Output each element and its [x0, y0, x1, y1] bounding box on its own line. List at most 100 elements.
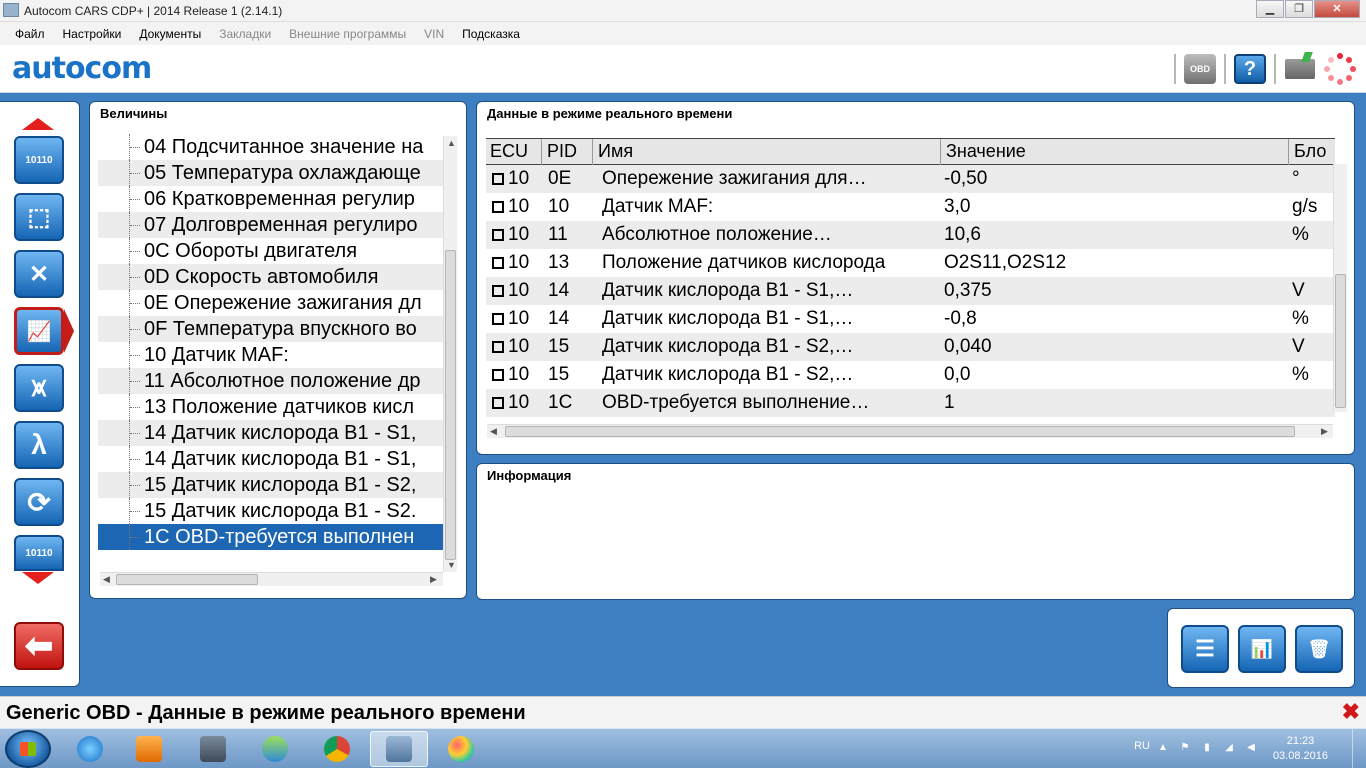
row-checkbox[interactable] — [492, 285, 504, 297]
scroll-right-icon[interactable]: ▶ — [1321, 426, 1328, 437]
menu-vin[interactable]: VIN — [415, 22, 453, 45]
tree-item[interactable]: 14 Датчик кислорода B1 - S1, — [98, 446, 444, 472]
taskbar-autocom[interactable] — [370, 731, 428, 767]
status-close-icon[interactable]: ✖ — [1342, 699, 1360, 725]
back-button[interactable]: ⬅ — [14, 622, 64, 670]
table-row[interactable]: 10 1C OBD-требуется выполнение… 1 — [486, 389, 1335, 417]
table-row[interactable]: 10 15 Датчик кислорода B1 - S2,… 0,040 V — [486, 333, 1335, 361]
scroll-thumb[interactable] — [445, 250, 456, 560]
scroll-right-icon[interactable]: ▶ — [430, 574, 437, 585]
table-row[interactable]: 10 14 Датчик кислорода B1 - S1,… 0,375 V — [486, 277, 1335, 305]
tree-item[interactable]: 14 Датчик кислорода B1 - S1, — [98, 420, 444, 446]
menu-settings[interactable]: Настройки — [54, 22, 131, 45]
table-row[interactable]: 10 11 Абсолютное положение… 10,6% — [486, 221, 1335, 249]
nav-scroll-up-icon[interactable] — [22, 118, 54, 130]
restore-button[interactable]: ❐ — [1285, 0, 1313, 18]
tree-item[interactable]: 0E Опережение зажигания дл — [98, 290, 444, 316]
tree-item[interactable]: 0D Скорость автомобиля — [98, 264, 444, 290]
taskbar-internet-explorer[interactable] — [61, 731, 119, 767]
system-clock[interactable]: 21:23 03.08.2016 — [1273, 734, 1328, 764]
nav-live-data-button[interactable]: 📈 — [14, 307, 64, 355]
row-checkbox[interactable] — [492, 201, 504, 213]
menu-bookmarks[interactable]: Закладки — [210, 22, 280, 45]
graph-view-button[interactable]: 📊 — [1238, 625, 1286, 673]
header-separator — [1274, 54, 1276, 84]
scroll-up-icon[interactable]: ▲ — [447, 138, 456, 148]
tree-item[interactable]: 1C OBD-требуется выполнен — [98, 524, 444, 550]
taskbar-mouse-utility[interactable] — [184, 731, 242, 767]
nav-dtc-button[interactable]: 10110 — [14, 535, 64, 571]
cell-ecu-text: 10 — [508, 280, 530, 301]
cell-ecu: 10 — [486, 193, 542, 221]
nav-info-button[interactable]: 10110 — [14, 136, 64, 184]
scroll-down-icon[interactable]: ▼ — [447, 560, 456, 570]
tree-item[interactable]: 13 Положение датчиков кисл — [98, 394, 444, 420]
taskbar-paint[interactable] — [432, 731, 490, 767]
start-button[interactable] — [5, 730, 51, 768]
table-row[interactable]: 10 15 Датчик кислорода B1 - S2,… 0,0% — [486, 361, 1335, 389]
table-row[interactable]: 10 0E Опережение зажигания для… -0,50 ° — [486, 165, 1335, 193]
table-row[interactable]: 10 14 Датчик кислорода B1 - S1,… -0,8% — [486, 305, 1335, 333]
list-view-button[interactable]: ☰ — [1181, 625, 1229, 673]
nav-readiness-button[interactable]: ⟳ — [14, 478, 64, 526]
scroll-left-icon[interactable]: ◀ — [490, 426, 497, 437]
taskbar-chrome[interactable] — [308, 731, 366, 767]
obd-regulation-icon[interactable]: OBD — [1184, 54, 1216, 84]
taskbar-network-users[interactable] — [246, 731, 304, 767]
row-checkbox[interactable] — [492, 397, 504, 409]
network-signal-icon[interactable]: ◢ — [1222, 742, 1236, 756]
taskbar-media-player[interactable] — [120, 731, 178, 767]
row-checkbox[interactable] — [492, 229, 504, 241]
close-button[interactable]: ✕ — [1314, 0, 1360, 18]
minimize-button[interactable]: ▁ — [1256, 0, 1284, 18]
language-indicator[interactable]: RU — [1134, 740, 1150, 752]
col-header-value[interactable]: Значение — [942, 139, 1289, 165]
help-icon[interactable]: ? — [1234, 54, 1266, 84]
tree-item[interactable]: 11 Абсолютное положение др — [98, 368, 444, 394]
tree-item[interactable]: 04 Подсчитанное значение на — [98, 134, 444, 160]
nav-clear-engine-button[interactable]: ✕ — [14, 250, 64, 298]
tree-item[interactable]: 15 Датчик кислорода B1 - S2, — [98, 472, 444, 498]
row-checkbox[interactable] — [492, 257, 504, 269]
nav-freeze-frame-button[interactable]: ⩙ — [14, 364, 64, 412]
nav-lambda-button[interactable]: λ — [14, 421, 64, 469]
show-hidden-icons-icon[interactable]: ▲ — [1156, 742, 1170, 756]
menu-external-programs[interactable]: Внешние программы — [280, 22, 415, 45]
show-desktop-button[interactable] — [1352, 729, 1366, 768]
tree-item[interactable]: 05 Температура охлаждающе — [98, 160, 444, 186]
tree-item[interactable]: 0F Температура впускного во — [98, 316, 444, 342]
col-header-name[interactable]: Имя — [594, 139, 941, 165]
clear-values-button[interactable]: 🗑 — [1295, 625, 1343, 673]
grid-horizontal-scrollbar[interactable]: ◀ ▶ — [487, 424, 1333, 438]
battery-tray-icon[interactable]: ▮ — [1200, 742, 1214, 756]
menu-help[interactable]: Подсказка — [453, 22, 529, 45]
col-header-ecu[interactable]: ECU — [486, 139, 542, 165]
col-header-block[interactable]: Бло — [1290, 139, 1335, 165]
table-row[interactable]: 10 10 Датчик MAF: 3,0 g/s — [486, 193, 1335, 221]
row-checkbox[interactable] — [492, 369, 504, 381]
tree-item[interactable]: 06 Кратковременная регулир — [98, 186, 444, 212]
values-horizontal-scrollbar[interactable]: ◀ ▶ — [100, 572, 443, 586]
row-checkbox[interactable] — [492, 313, 504, 325]
grid-vertical-scrollbar[interactable] — [1333, 164, 1347, 412]
tree-item[interactable]: 10 Датчик MAF: — [98, 342, 444, 368]
table-row[interactable]: 10 13 Положение датчиков кислорода O2S11,O2… — [486, 249, 1335, 277]
header-separator — [1224, 54, 1226, 84]
row-checkbox[interactable] — [492, 341, 504, 353]
tree-item[interactable]: 15 Датчик кислорода B1 - S2. — [98, 498, 444, 524]
nav-engine-button[interactable]: ⬚ — [14, 193, 64, 241]
scroll-thumb[interactable] — [505, 426, 1295, 437]
row-checkbox[interactable] — [492, 173, 504, 185]
action-center-icon[interactable]: ⚑ — [1178, 742, 1192, 756]
tree-item[interactable]: 07 Долговременная регулиро — [98, 212, 444, 238]
scroll-left-icon[interactable]: ◀ — [103, 574, 110, 585]
scroll-thumb[interactable] — [116, 574, 258, 585]
volume-icon[interactable]: ◀ — [1244, 742, 1258, 756]
tree-item[interactable]: 0C Обороты двигателя — [98, 238, 444, 264]
values-vertical-scrollbar[interactable]: ▲ ▼ — [443, 136, 457, 572]
menu-documents[interactable]: Документы — [130, 22, 210, 45]
col-header-pid[interactable]: PID — [543, 139, 593, 165]
nav-scroll-down-icon[interactable] — [22, 572, 54, 584]
menu-file[interactable]: Файл — [6, 22, 54, 45]
scroll-thumb[interactable] — [1335, 274, 1346, 408]
